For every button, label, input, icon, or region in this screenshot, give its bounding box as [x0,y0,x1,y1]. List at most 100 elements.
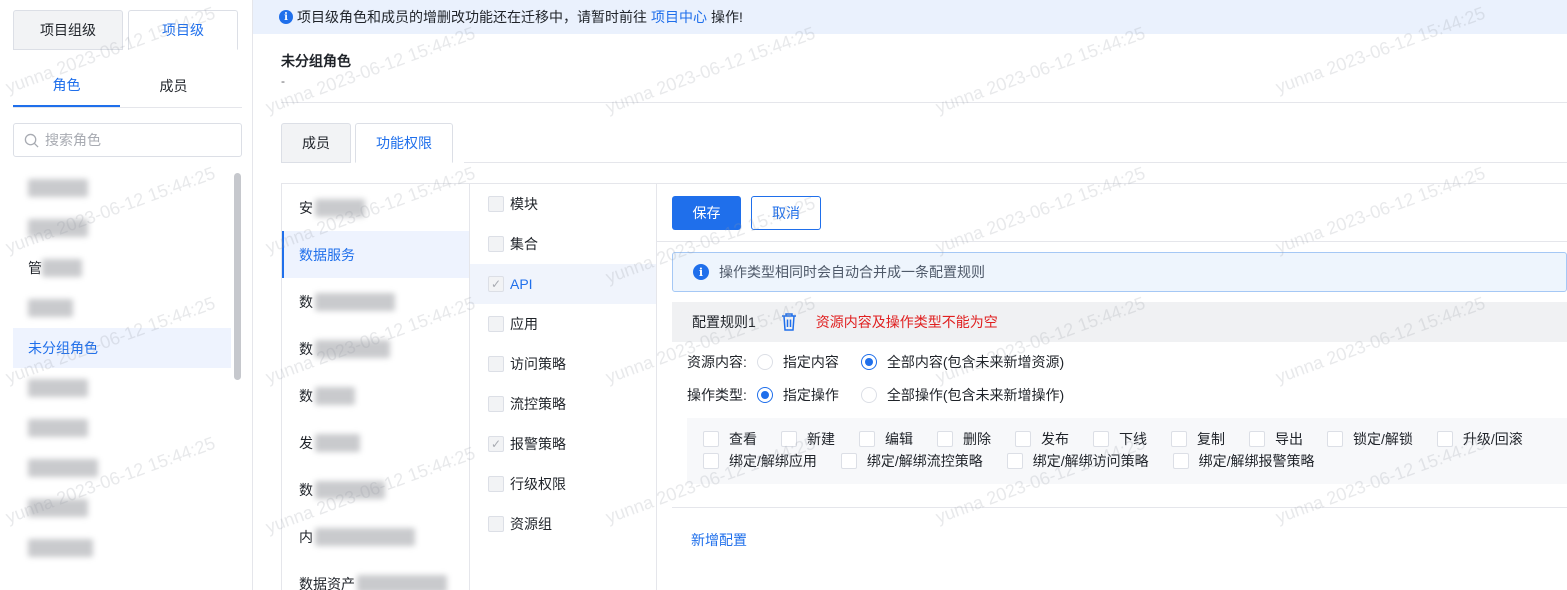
role-item[interactable] [13,448,231,488]
tab-members-detail[interactable]: 成员 [281,123,351,163]
operation-option[interactable]: 发布 [1015,429,1069,449]
service-item[interactable]: 数 [282,325,469,372]
operation-checkbox[interactable] [859,431,875,447]
operation-checkbox[interactable] [840,453,857,469]
alert-text: 操作类型相同时会自动合并成一条配置规则 [719,264,985,280]
role-item[interactable] [13,208,231,248]
role-list: 管未分组角色 [13,168,231,568]
role-item[interactable] [13,408,231,448]
role-member-tabs: 角色 成员 [13,64,242,108]
module-item[interactable]: 访问策略 [470,344,656,384]
operation-option[interactable]: 绑定/解绑应用 [703,451,817,471]
info-icon: i [279,10,293,24]
service-item[interactable]: 数 [282,372,469,419]
operation-checkbox[interactable] [1093,431,1109,447]
module-checkbox[interactable] [488,196,504,212]
tab-function-permissions[interactable]: 功能权限 [355,123,453,163]
module-item[interactable]: 流控策略 [470,384,656,424]
resource-all-label: 全部内容(包含未来新增资源) [886,354,1065,370]
cancel-button[interactable]: 取消 [751,196,821,230]
role-item[interactable] [13,288,231,328]
role-item[interactable]: 未分组角色 [13,328,231,368]
module-item[interactable]: 资源组 [470,504,656,544]
radio-button-selected[interactable] [756,387,773,403]
operation-checkbox[interactable] [1006,453,1023,469]
role-item[interactable] [13,168,231,208]
operation-checkbox[interactable] [1015,431,1031,447]
module-checkbox[interactable] [488,356,504,372]
module-item[interactable]: 应用 [470,304,656,344]
module-checkbox[interactable]: ✓ [488,276,504,292]
op-specified-option[interactable]: 指定操作 [756,385,839,405]
resource-label: 资源内容: [687,354,747,370]
operation-checkbox[interactable] [1327,431,1343,447]
tab-members[interactable]: 成员 [120,64,227,107]
module-item[interactable]: 集合 [470,224,656,264]
radio-button[interactable] [860,387,877,403]
op-all-option[interactable]: 全部操作(包含未来新增操作) [860,385,1064,405]
redacted-text [28,539,93,557]
rule-header: 配置规则1 资源内容及操作类型不能为空 [672,302,1567,342]
role-item[interactable] [13,488,231,528]
redacted-text [28,499,88,517]
operation-option[interactable]: 绑定/解绑流控策略 [840,451,983,471]
operation-checkbox[interactable] [1436,431,1453,447]
operation-checkbox[interactable] [1171,431,1187,447]
module-checkbox[interactable] [488,476,504,492]
service-item[interactable]: 安 [282,184,469,231]
service-item[interactable]: 发 [282,419,469,466]
role-item[interactable]: 管 [13,248,231,288]
module-item[interactable]: ✓ API [470,264,656,304]
redacted-text [315,480,385,499]
module-item[interactable]: 行级权限 [470,464,656,504]
redacted-text [28,419,88,437]
role-search[interactable] [13,123,242,157]
module-label: 模块 [510,196,538,212]
add-config-link[interactable]: 新增配置 [691,530,747,550]
operation-option[interactable]: 锁定/解锁 [1327,429,1413,449]
operation-option[interactable]: 导出 [1249,429,1303,449]
service-item[interactable]: 数 [282,466,469,513]
service-item[interactable]: 数据服务 [282,231,469,278]
operation-option[interactable]: 删除 [937,429,991,449]
search-icon [24,133,39,148]
operation-checkbox[interactable] [781,431,797,447]
operation-checkbox[interactable] [1172,453,1189,469]
operation-checkbox[interactable] [703,431,719,447]
tab-project-level[interactable]: 项目级 [128,10,238,50]
radio-button[interactable] [756,354,773,370]
trash-icon[interactable] [780,312,798,332]
resource-all-option[interactable]: 全部内容(包含未来新增资源) [860,352,1065,372]
radio-button-selected[interactable] [860,354,877,370]
module-checkbox[interactable] [488,236,504,252]
operation-option[interactable]: 复制 [1171,429,1225,449]
operation-checkbox[interactable] [937,431,953,447]
module-checkbox[interactable] [488,396,504,412]
role-item[interactable] [13,368,231,408]
module-checkbox[interactable] [488,316,504,332]
service-item[interactable]: 内 [282,513,469,560]
module-item[interactable]: ✓ 报警策略 [470,424,656,464]
operation-option[interactable]: 下线 [1093,429,1147,449]
module-checkbox[interactable] [488,516,504,532]
service-item[interactable]: 数据资产 [282,560,469,590]
resource-specified-option[interactable]: 指定内容 [756,352,839,372]
operation-option[interactable]: 绑定/解绑访问策略 [1006,451,1149,471]
tab-project-group-level[interactable]: 项目组级 [13,10,123,50]
operation-option[interactable]: 查看 [703,429,757,449]
project-center-link[interactable]: 项目中心 [651,7,707,27]
module-checkbox[interactable]: ✓ [488,436,504,452]
operation-option[interactable]: 新建 [781,429,835,449]
role-item[interactable] [13,528,231,568]
operation-option[interactable]: 升级/回滚 [1436,429,1523,449]
save-button[interactable]: 保存 [672,196,741,230]
operation-checkbox[interactable] [703,453,719,469]
sidebar-scrollbar[interactable] [234,173,241,380]
search-input[interactable] [45,132,225,148]
operation-option[interactable]: 绑定/解绑报警策略 [1172,451,1315,471]
module-item[interactable]: 模块 [470,184,656,224]
service-item[interactable]: 数 [282,278,469,325]
tab-roles[interactable]: 角色 [13,64,120,107]
operation-option[interactable]: 编辑 [859,429,913,449]
operation-checkbox[interactable] [1249,431,1265,447]
